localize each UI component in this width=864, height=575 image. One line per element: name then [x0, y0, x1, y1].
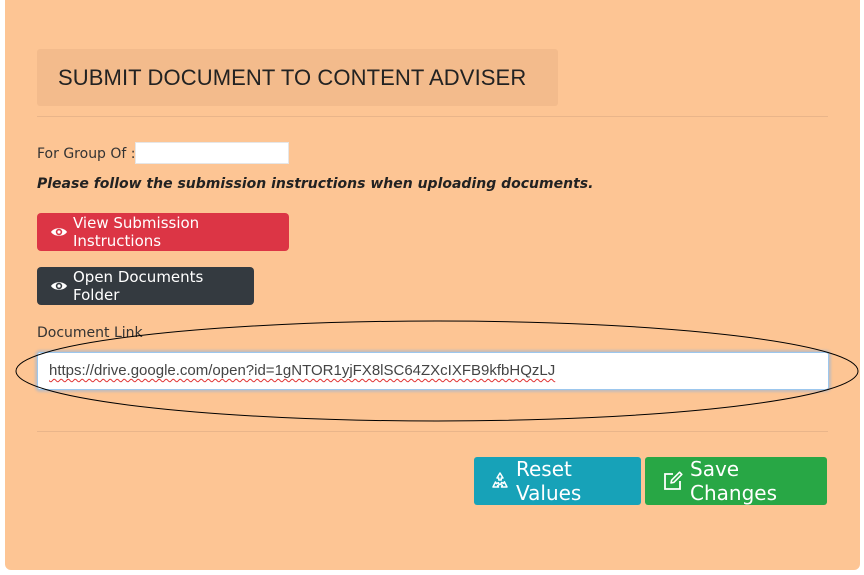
page-title: SUBMIT DOCUMENT TO CONTENT ADVISER	[58, 64, 527, 90]
page-title-box: SUBMIT DOCUMENT TO CONTENT ADVISER	[37, 49, 558, 106]
document-link-value: https://drive.google.com/open?id=1gNTOR1…	[49, 362, 556, 379]
divider-bottom	[37, 431, 828, 432]
eye-icon	[50, 226, 68, 238]
save-changes-button[interactable]: Save Changes	[645, 457, 827, 505]
reset-values-label: Reset Values	[516, 457, 582, 505]
document-link-label: Document Link	[37, 325, 143, 341]
open-documents-folder-button[interactable]: Open Documents Folder	[37, 267, 254, 305]
view-instructions-button[interactable]: View Submission Instructions	[37, 213, 289, 251]
group-field[interactable]	[135, 142, 289, 164]
save-changes-label: Save Changes	[690, 457, 777, 505]
open-documents-folder-label: Open Documents Folder	[73, 268, 204, 304]
document-link-input[interactable]: https://drive.google.com/open?id=1gNTOR1…	[37, 352, 829, 390]
recycle-icon	[490, 471, 510, 491]
reset-values-button[interactable]: Reset Values	[474, 457, 641, 505]
edit-icon	[662, 470, 684, 492]
view-instructions-label: View Submission Instructions	[73, 214, 200, 250]
submission-panel: SUBMIT DOCUMENT TO CONTENT ADVISER For G…	[5, 0, 860, 570]
divider-top	[37, 116, 828, 117]
instructions-notice: Please follow the submission instruction…	[37, 176, 594, 192]
group-label: For Group Of :	[37, 146, 136, 162]
eye-icon	[50, 280, 68, 292]
